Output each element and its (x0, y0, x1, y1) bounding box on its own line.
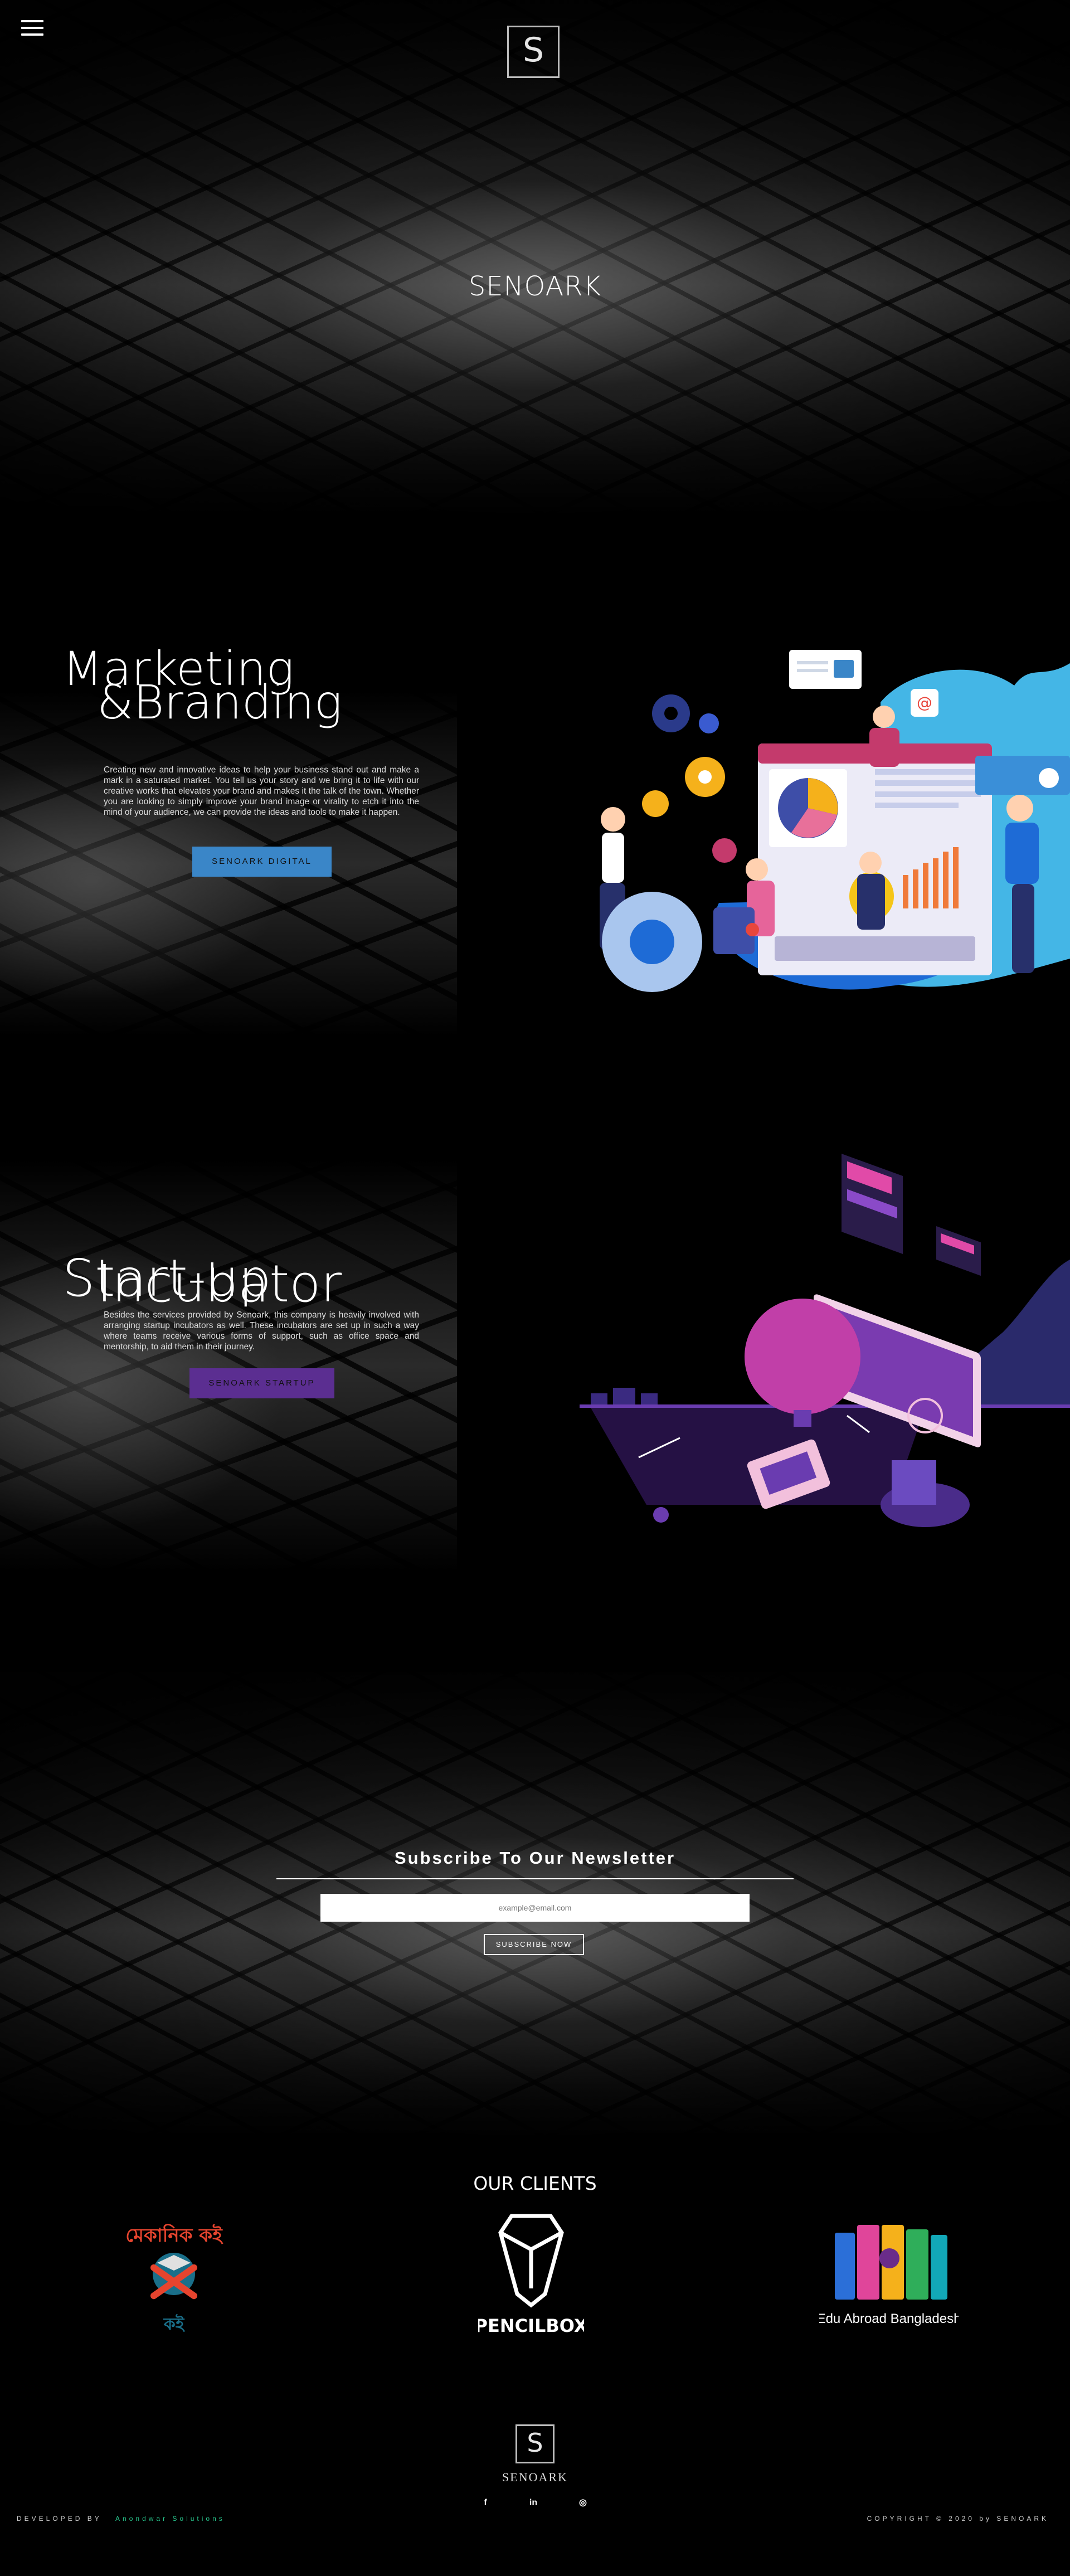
startup-cube-background (0, 1159, 457, 1572)
cart-icon (834, 660, 854, 678)
footer-logo-letter: S (527, 2428, 543, 2458)
menu-bar (21, 27, 43, 29)
linkedin-icon[interactable]: in (525, 2495, 542, 2511)
senoark-startup-button[interactable]: SENOARK STARTUP (189, 1368, 334, 1398)
client-logo-text: মেকানিক কই (125, 2224, 223, 2247)
gear-icon (653, 1507, 669, 1523)
marketing-illustration: @ (600, 557, 1070, 992)
footer-logo[interactable]: S (515, 2424, 555, 2463)
developed-by-label: DEVELOPED BY (17, 2515, 102, 2522)
like-icon (1039, 768, 1059, 788)
newsletter-divider (276, 1878, 794, 1879)
person-center (859, 852, 882, 874)
hero-title: SENOARK (468, 271, 602, 302)
heart-bubble (712, 838, 737, 863)
floating-chart-card (842, 1154, 903, 1255)
person-woman (746, 858, 768, 881)
edu-abroad-logo[interactable]: Edu Abroad Bangladesh (819, 2222, 959, 2327)
newsletter-title: Subscribe To Our Newsletter (394, 1848, 676, 1868)
person-left (601, 807, 625, 832)
person-top (873, 706, 895, 728)
marketing-title-line2: &Branding (97, 675, 343, 730)
startup-description: Besides the services provided by Senoark… (104, 1310, 419, 1352)
logo-letter: S (522, 31, 544, 70)
menu-bar (21, 33, 43, 36)
newsletter-email-input[interactable] (320, 1894, 750, 1922)
person-right (1006, 795, 1033, 822)
footer-brand: SENOARK (502, 2470, 568, 2484)
developed-by: DEVELOPED BY Anondwar Solutions (17, 2515, 225, 2522)
hamburger-menu-icon[interactable] (21, 20, 43, 37)
facebook-icon[interactable]: f (477, 2495, 494, 2511)
client-logo-text: PENCILBOX (478, 2315, 584, 2336)
startup-illustration (580, 1154, 1070, 1527)
gear-icon (699, 713, 719, 733)
senoark-digital-button[interactable]: SENOARK DIGITAL (192, 847, 332, 877)
lightbulb-icon (745, 1299, 860, 1415)
clients-title: OUR CLIENTS (473, 2172, 597, 2194)
subscribe-button[interactable]: SUBSCRIBE NOW (484, 1934, 584, 1955)
svg-text:@: @ (917, 693, 932, 712)
client-logo-text: Edu Abroad Bangladesh (819, 2311, 959, 2326)
copyright-text: COPYRIGHT © 2020 by SENOARK (867, 2515, 1049, 2522)
menu-bar (21, 20, 43, 22)
instagram-icon[interactable]: ◎ (575, 2495, 591, 2511)
startup-title-line2: Incubator (97, 1254, 342, 1314)
mechanic-logo[interactable]: মেকানিক কই কই (124, 2213, 224, 2335)
gear-icon (642, 790, 669, 817)
developer-link[interactable]: Anondwar Solutions (115, 2515, 225, 2522)
marketing-description: Creating new and innovative ideas to hel… (104, 765, 419, 817)
senoark-logo[interactable]: S (507, 26, 560, 78)
svg-text:কই: কই (163, 2314, 186, 2334)
small-chart-card (936, 1226, 981, 1276)
pencilbox-logo[interactable]: PENCILBOX (478, 2210, 584, 2339)
